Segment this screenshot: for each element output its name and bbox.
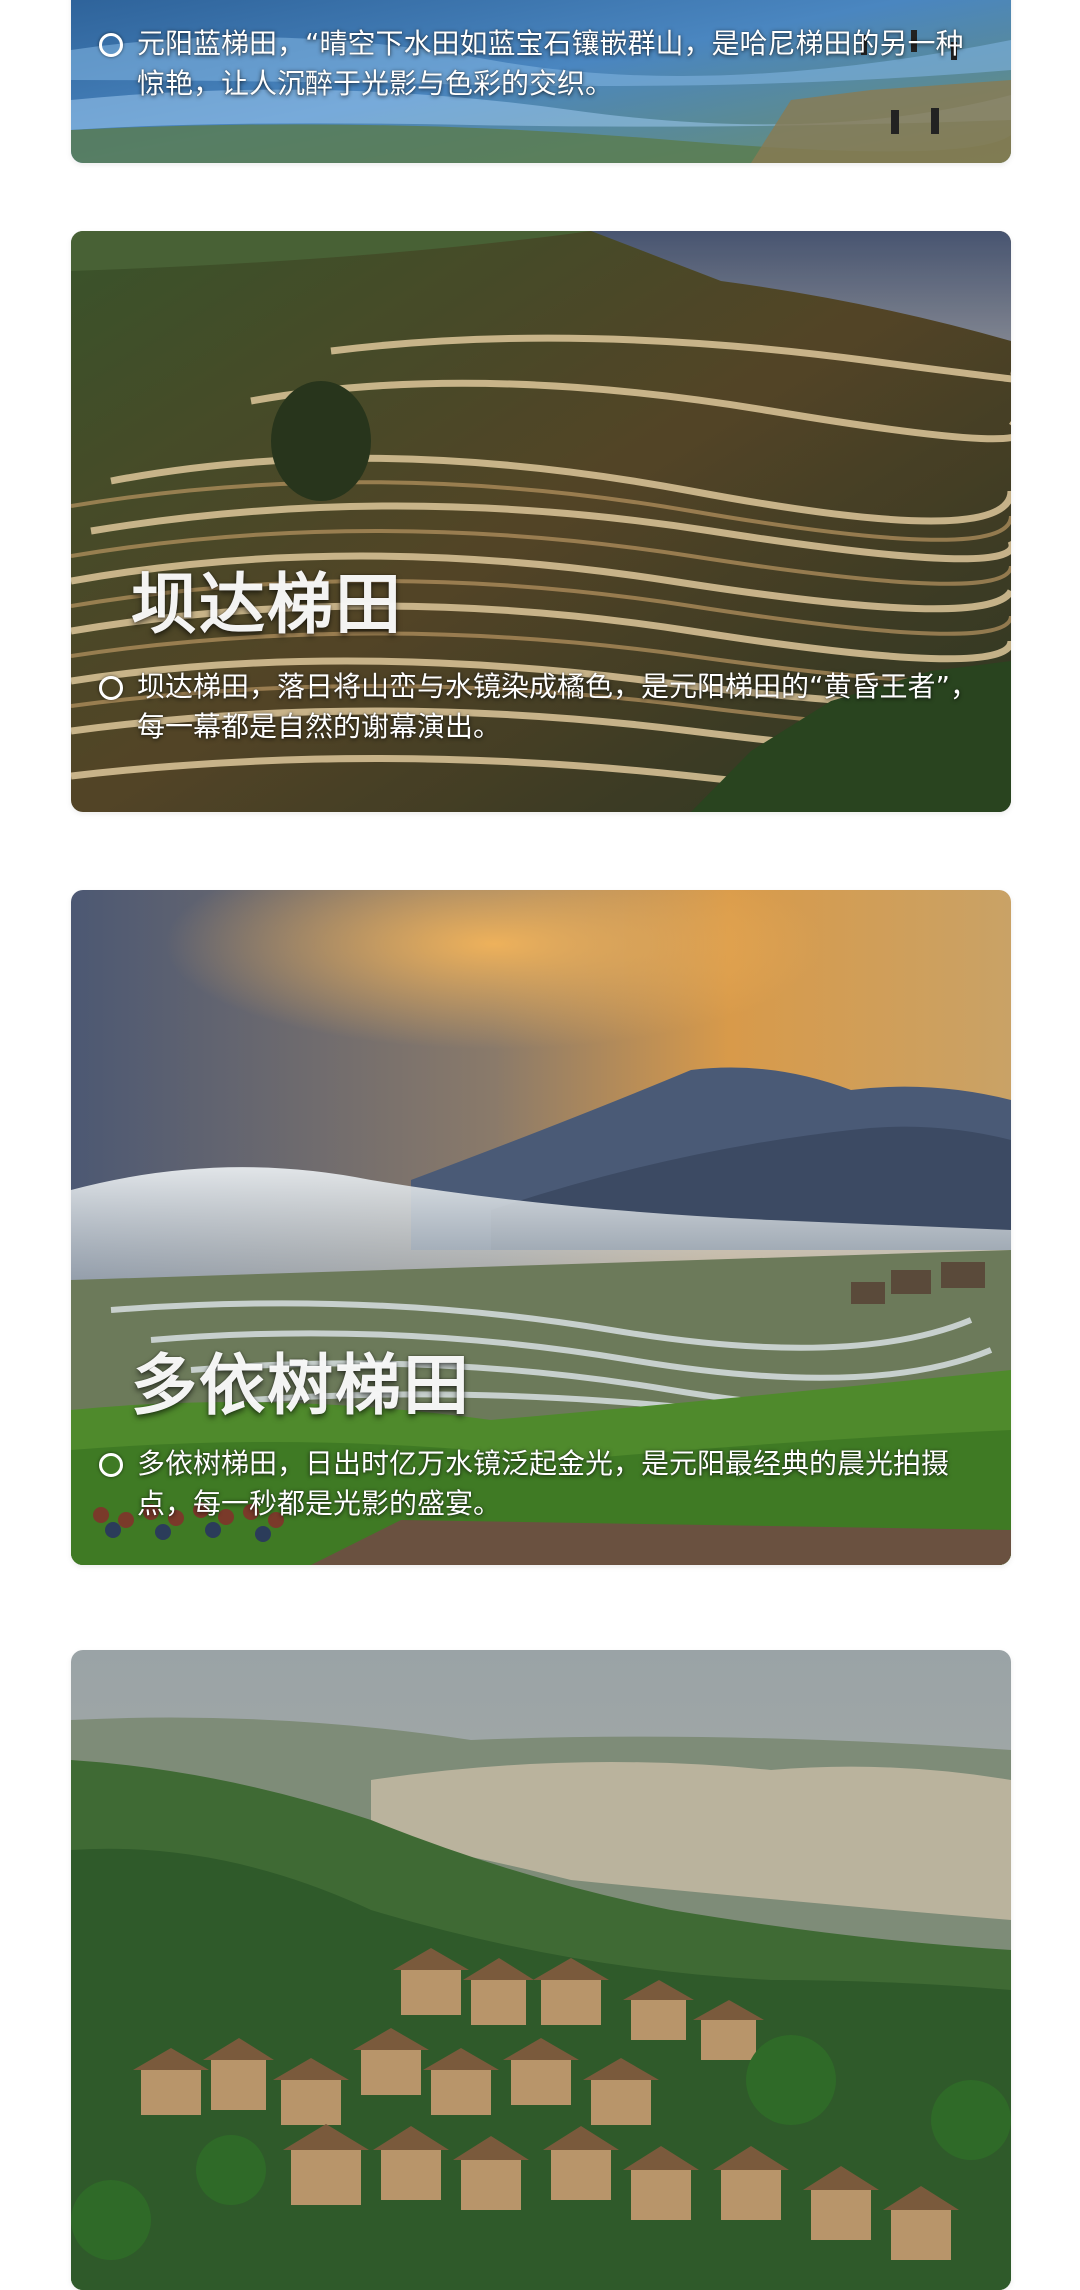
card-description-text: 坝达梯田，落日将山峦与水镜染成橘色，是元阳梯田的“黄昏王者”，每一幕都是自然的谢… bbox=[137, 670, 979, 743]
scenic-card-blue-terraces[interactable]: 元阳蓝梯田，“晴空下水田如蓝宝石镶嵌群山，是哈尼梯田的另一种惊艳，让人沉醉于光影… bbox=[71, 0, 1011, 163]
circle-bullet-icon bbox=[99, 676, 123, 700]
scenic-card-bada-terraces[interactable]: 坝达梯田 坝达梯田，落日将山峦与水镜染成橘色，是元阳梯田的“黄昏王者”，每一幕都… bbox=[71, 231, 1011, 812]
scenic-card-village[interactable] bbox=[71, 1650, 1011, 2290]
card-title: 坝达梯田 bbox=[131, 566, 403, 643]
card-description: 多依树梯田，日出时亿万水镜泛起金光，是元阳最经典的晨光拍摄点，每一秒都是光影的盛… bbox=[99, 1444, 985, 1524]
mushroom-house-village-photo bbox=[71, 1650, 1011, 2290]
circle-bullet-icon bbox=[99, 1453, 123, 1477]
circle-bullet-icon bbox=[99, 33, 123, 57]
card-title: 多依树梯田 bbox=[131, 1347, 471, 1424]
card-description: 坝达梯田，落日将山峦与水镜染成橘色，是元阳梯田的“黄昏王者”，每一幕都是自然的谢… bbox=[99, 667, 985, 747]
scenic-card-duoyishu-terraces[interactable]: 多依树梯田 多依树梯田，日出时亿万水镜泛起金光，是元阳最经典的晨光拍摄点，每一秒… bbox=[71, 890, 1011, 1565]
card-description-text: 元阳蓝梯田，“晴空下水田如蓝宝石镶嵌群山，是哈尼梯田的另一种惊艳，让人沉醉于光影… bbox=[137, 27, 964, 100]
card-description-text: 多依树梯田，日出时亿万水镜泛起金光，是元阳最经典的晨光拍摄点，每一秒都是光影的盛… bbox=[137, 1447, 950, 1520]
card-description: 元阳蓝梯田，“晴空下水田如蓝宝石镶嵌群山，是哈尼梯田的另一种惊艳，让人沉醉于光影… bbox=[99, 24, 985, 104]
